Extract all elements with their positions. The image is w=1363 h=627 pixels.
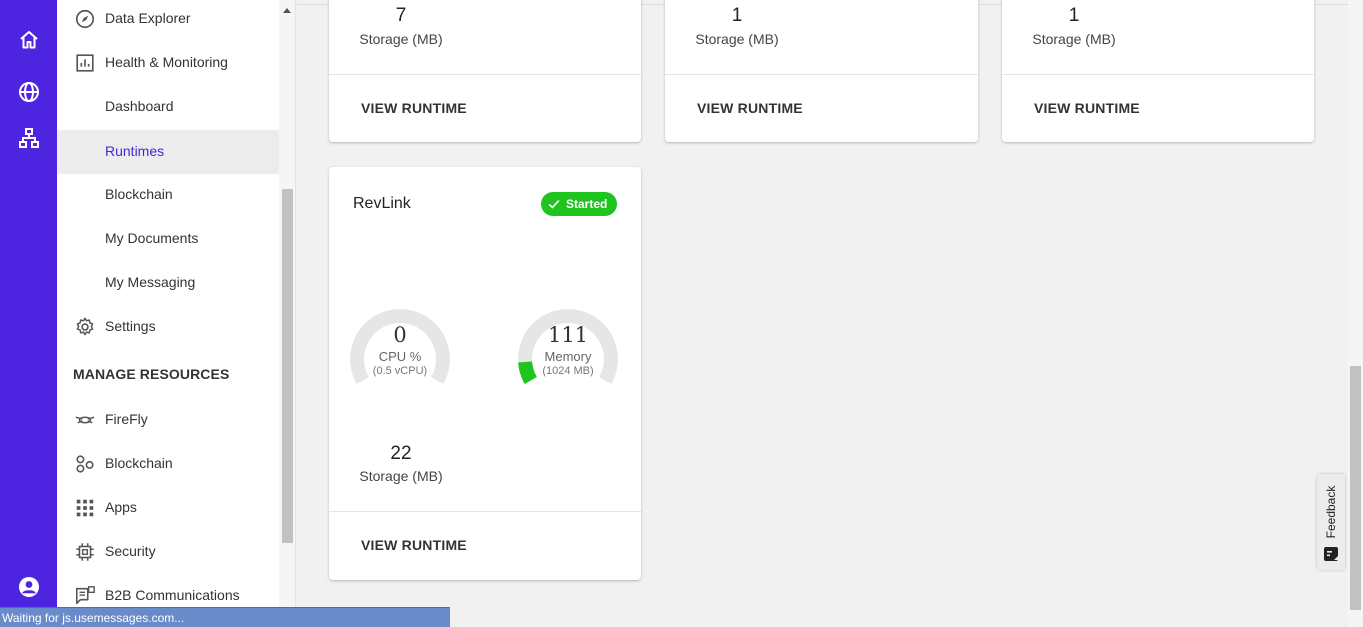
chip-icon [74,541,96,563]
nav-item-label: Health & Monitoring [105,54,228,70]
card-divider [1002,74,1314,75]
status-bar-text: Waiting for js.usemessages.com... [2,611,185,625]
compass-icon [74,8,96,30]
nav-item-label: Dashboard [105,98,174,114]
feedback-icon [1324,547,1338,561]
nav-item-label: B2B Communications [105,587,240,603]
storage-value: 1 [1068,5,1080,26]
view-runtime-button[interactable]: VIEW RUNTIME [1034,100,1140,116]
nav-item-manage-blockchain[interactable]: Blockchain [57,442,279,486]
nav-item-security[interactable]: Security [57,530,279,574]
storage-label: Storage (MB) [359,468,443,484]
nav-item-health-monitoring[interactable]: Health & Monitoring [57,41,279,85]
memory-gauge: 111 Memory (1024 MB) [516,307,620,397]
nav-item-apps[interactable]: Apps [57,486,279,530]
card-divider [329,511,641,512]
card-divider [665,74,978,75]
revlink-runtime-card: RevLink Started 0 CPU % (0.5 vCPU) 111 M… [329,167,641,580]
network-button[interactable] [0,116,57,160]
nav-item-label: My Documents [105,230,199,246]
storage-value: 7 [395,5,407,26]
storage-value: 1 [731,5,743,26]
manage-resources-heading: MANAGE RESOURCES [73,366,230,382]
view-runtime-button[interactable]: VIEW RUNTIME [361,537,467,553]
cpu-sublabel: (0.5 vCPU) [372,365,428,377]
b2b-icon [74,585,96,607]
status-text: Started [566,197,608,211]
nav-item-label: Data Explorer [105,10,191,26]
apps-grid-icon [74,497,96,519]
nav-item-label: Security [105,543,156,559]
nav-item-blockchain[interactable]: Blockchain [57,173,279,217]
firefly-icon [74,409,96,431]
account-button[interactable] [0,565,57,609]
browser-status-bar: Waiting for js.usemessages.com... [0,607,450,627]
nav-item-my-messaging[interactable]: My Messaging [57,261,279,305]
account-icon [18,577,39,597]
scroll-up-arrow-icon[interactable] [283,8,291,13]
main-content: 7 Storage (MB) VIEW RUNTIME 1 Storage (M… [297,0,1348,627]
main-scrollbar[interactable] [1348,0,1363,627]
card-divider [329,74,641,75]
nav-item-my-documents[interactable]: My Documents [57,217,279,261]
cpu-gauge: 0 CPU % (0.5 vCPU) [348,307,452,397]
feedback-label: Feedback [1324,485,1338,539]
runtime-card: 7 Storage (MB) VIEW RUNTIME [329,0,641,142]
memory-label: Memory [544,349,592,364]
network-icon [18,128,39,148]
storage-value: 22 [390,443,412,464]
checkmark-icon [548,199,560,209]
nav-item-firefly[interactable]: FireFly [57,398,279,442]
nav-item-runtimes[interactable]: Runtimes [57,130,279,174]
nav-item-label: Apps [105,499,137,515]
nav-item-data-explorer[interactable]: Data Explorer [57,0,279,41]
view-runtime-button[interactable]: VIEW RUNTIME [697,100,803,116]
chart-box-icon [74,52,96,74]
icon-rail [0,0,57,627]
feedback-tab[interactable]: Feedback [1317,474,1345,570]
runtime-card: 1 Storage (MB) VIEW RUNTIME [1002,0,1314,142]
globe-button[interactable] [0,70,57,114]
home-icon [19,31,38,49]
memory-value: 111 [547,323,589,347]
storage-label: Storage (MB) [1032,31,1116,47]
cpu-value: 0 [393,323,407,347]
main-scrollbar-thumb[interactable] [1350,366,1361,610]
cpu-label: CPU % [378,349,422,364]
nav-item-label: Blockchain [105,455,173,471]
side-nav: Data Explorer Health & Monitoring Dashbo… [57,0,279,627]
nav-item-label: Blockchain [105,186,173,202]
runtime-card: 1 Storage (MB) VIEW RUNTIME [665,0,978,142]
home-button[interactable] [0,18,57,62]
gear-icon [74,316,96,338]
status-badge: Started [541,192,617,216]
globe-icon [18,82,39,102]
memory-sublabel: (1024 MB) [542,365,594,377]
nav-item-label: FireFly [105,411,148,427]
runtime-title: RevLink [353,195,411,212]
nav-item-label: Settings [105,318,156,334]
nav-scrollbar-thumb[interactable] [282,189,293,543]
nav-item-label: Runtimes [105,143,165,159]
blockchain-icon [74,453,96,475]
nav-item-settings[interactable]: Settings [57,305,279,349]
nav-item-label: My Messaging [105,274,196,290]
storage-label: Storage (MB) [695,31,779,47]
nav-scrollbar[interactable] [279,0,296,627]
view-runtime-button[interactable]: VIEW RUNTIME [361,100,467,116]
storage-label: Storage (MB) [359,31,443,47]
nav-item-dashboard[interactable]: Dashboard [57,85,279,129]
